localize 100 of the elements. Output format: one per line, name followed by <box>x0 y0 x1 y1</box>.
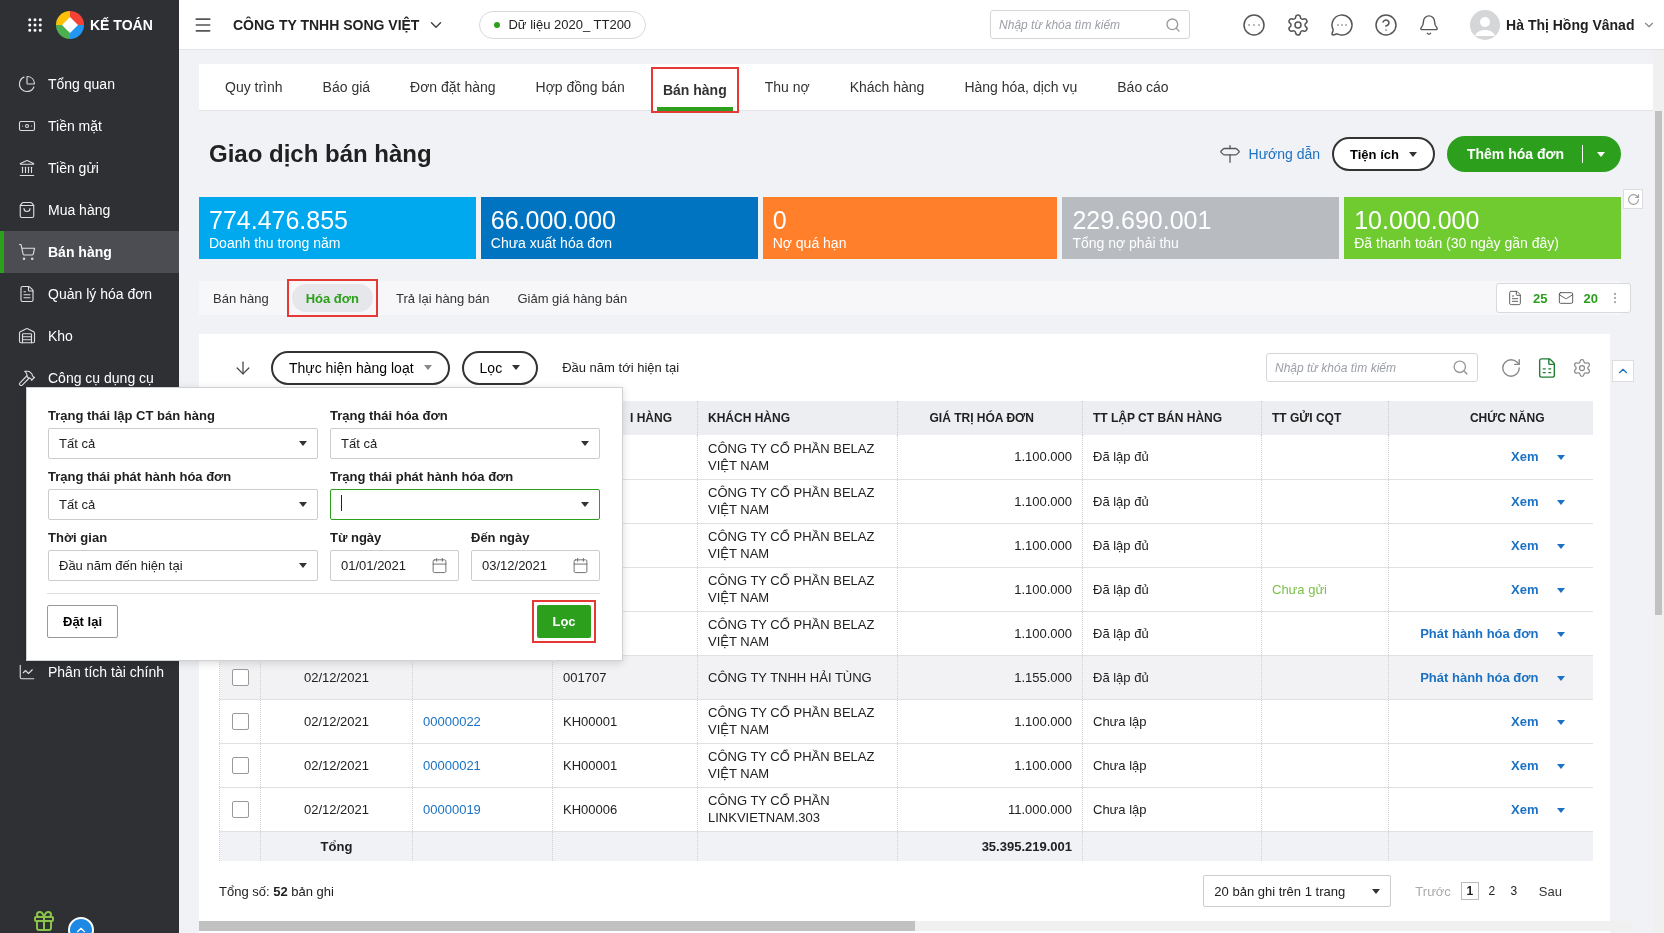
page-link[interactable]: 2 <box>1482 882 1501 900</box>
caret-icon <box>299 502 307 507</box>
apps-grid-icon[interactable] <box>26 16 44 34</box>
kpi-card[interactable]: 66.000.000 Chưa xuất hóa đơn <box>480 197 758 259</box>
sidebar-item[interactable]: Tiền gửi <box>0 147 179 189</box>
highlighted-row[interactable]: 02/12/2021 001707 CÔNG TY TNHH HẢI TÙNG 1.155.000 Đã lập đủ Phát hành hóa đơn <box>219 655 1593 699</box>
table-cell: CÔNG TY CỔ PHẦN BELAZ VIỆT NAM <box>708 749 875 781</box>
action-link[interactable]: Xem <box>1511 581 1539 597</box>
chat-icon[interactable] <box>1330 12 1355 37</box>
caret-icon[interactable] <box>1556 675 1565 681</box>
bell-icon[interactable] <box>1418 13 1441 36</box>
table-cell: Đã lập đủ <box>1093 669 1149 685</box>
company-name[interactable]: CÔNG TY TNHH SONG VIỆT <box>233 16 420 33</box>
bulk-action-button[interactable]: Thực hiện hàng loạt <box>271 350 450 385</box>
table-cell: Chưa lập <box>1093 713 1147 729</box>
caret-icon <box>581 441 589 446</box>
scrollbar-thumb[interactable] <box>199 921 915 931</box>
field-label: Thời gian <box>48 528 109 547</box>
user-name[interactable]: Hà Thị Hồng Vânad <box>1506 16 1635 33</box>
caret-icon[interactable] <box>1556 807 1565 813</box>
sidebar-item[interactable]: Bán hàng <box>0 231 179 273</box>
count-label: 25 <box>1533 290 1548 306</box>
caret-icon[interactable] <box>1556 543 1565 549</box>
action-link[interactable]: Xem <box>1511 493 1539 509</box>
sub-tab[interactable]: Giảm giá hàng bán <box>503 284 642 312</box>
table-cell: CÔNG TY CỔ PHẦN LINKVIETNAM.303 <box>708 793 830 825</box>
signpost-icon[interactable] <box>1218 143 1241 165</box>
page-link[interactable]: 3 <box>1504 882 1523 900</box>
spreadsheet-icon[interactable] <box>1536 356 1558 379</box>
sub-tab[interactable]: Trả lại hàng bán <box>381 284 504 312</box>
warehouse-icon <box>18 327 36 345</box>
invoice-number-link[interactable]: 00000019 <box>423 801 481 817</box>
row-checkbox[interactable] <box>231 669 249 687</box>
column-header: TT GỬI CQT <box>1272 411 1342 425</box>
sidebar-item[interactable]: Phân tích tài chính <box>0 651 179 693</box>
table-cell: 001707 <box>563 669 607 685</box>
caret-icon[interactable] <box>1556 455 1565 461</box>
row-checkbox[interactable] <box>231 757 249 775</box>
sidebar-item[interactable]: Công cụ dụng cụ <box>0 357 179 399</box>
row-checkbox[interactable] <box>231 801 249 819</box>
sub-tab[interactable]: Bán hàng <box>199 284 283 312</box>
mail-icon[interactable] <box>1557 290 1574 306</box>
search-icon[interactable] <box>1452 359 1469 376</box>
select-field[interactable] <box>330 489 600 520</box>
sidebar-item[interactable]: Mua hàng <box>0 189 179 231</box>
select-field[interactable]: Tất cả <box>330 428 600 459</box>
row-checkbox[interactable] <box>231 713 249 731</box>
action-link[interactable]: Phát hành hóa đơn <box>1420 669 1539 685</box>
document-icon <box>18 285 36 303</box>
date-field[interactable]: 03/12/2021 <box>471 550 600 581</box>
sidebar-item[interactable]: Kho <box>0 315 179 357</box>
caret-icon[interactable] <box>1556 587 1565 593</box>
field-label: Trạng thái hóa đơn <box>330 406 449 425</box>
search-icon[interactable] <box>1165 16 1182 33</box>
invoice-number-link[interactable]: 00000021 <box>423 757 481 773</box>
select-field[interactable]: Tất cả <box>48 489 318 520</box>
refresh-icon[interactable] <box>1623 189 1643 209</box>
action-link[interactable]: Phát hành hóa đơn <box>1420 625 1539 641</box>
page-title: Giao dịch bán hàng <box>209 140 433 168</box>
table-cell: CÔNG TY CỔ PHẦN BELAZ VIỆT NAM <box>708 617 875 649</box>
sidebar-item[interactable]: Tiền mặt <box>0 105 179 147</box>
refresh-icon[interactable] <box>1500 356 1522 379</box>
collapse-icon[interactable] <box>1612 360 1634 382</box>
caret-icon[interactable] <box>1556 631 1565 637</box>
column-header: TT LẬP CT BÁN HÀNG <box>1093 411 1223 425</box>
action-link[interactable]: Xem <box>1511 537 1539 553</box>
more-icon[interactable] <box>1242 12 1267 37</box>
scrollbar-thumb[interactable] <box>1655 111 1662 615</box>
document-icon[interactable] <box>1507 290 1524 306</box>
filter-button[interactable]: Lọc <box>461 350 539 385</box>
date-field[interactable]: 01/01/2021 <box>330 550 459 581</box>
select-field[interactable]: Tất cả <box>48 428 318 459</box>
gift-icon[interactable] <box>32 909 56 933</box>
table-cell: Chưa gửi <box>1272 581 1327 597</box>
guide-link[interactable]: Hướng dẫn <box>1248 146 1321 162</box>
settings-icon[interactable] <box>1286 12 1311 37</box>
caret-icon[interactable] <box>1556 499 1565 505</box>
module-tab[interactable]: Bán hàng <box>650 67 739 113</box>
action-link[interactable]: Xem <box>1511 713 1539 729</box>
hammer-icon <box>18 369 36 387</box>
action-link[interactable]: Xem <box>1511 757 1539 773</box>
invoice-number-link[interactable]: 00000022 <box>423 713 481 729</box>
settings-icon[interactable] <box>1572 357 1592 378</box>
help-icon[interactable] <box>1374 12 1399 37</box>
page-size-select[interactable]: 20 bản ghi trên 1 trang <box>1203 875 1392 907</box>
sidebar-item[interactable]: Quản lý hóa đơn <box>0 273 179 315</box>
column-header: KHÁCH HÀNG <box>708 411 790 425</box>
action-link[interactable]: Xem <box>1511 801 1539 817</box>
table-cell: KH00001 <box>563 757 618 773</box>
select-field[interactable]: Đầu năm đến hiện tại <box>48 550 318 581</box>
utilities-button[interactable]: Tiện ích <box>1332 137 1435 171</box>
next-page-link[interactable]: Sau <box>1538 883 1562 899</box>
table-cell: CÔNG TY CỔ PHẦN BELAZ VIỆT NAM <box>708 705 875 737</box>
reset-button[interactable]: Đặt lại <box>47 605 118 638</box>
table-cell: CÔNG TY CỔ PHẦN BELAZ VIỆT NAM <box>708 440 875 473</box>
caret-icon[interactable] <box>1556 763 1565 769</box>
action-link[interactable]: Xem <box>1511 449 1539 465</box>
caret-icon[interactable] <box>1556 719 1565 725</box>
page-link[interactable]: 1 <box>1460 882 1479 900</box>
sidebar-item[interactable]: Tổng quan <box>0 63 179 105</box>
